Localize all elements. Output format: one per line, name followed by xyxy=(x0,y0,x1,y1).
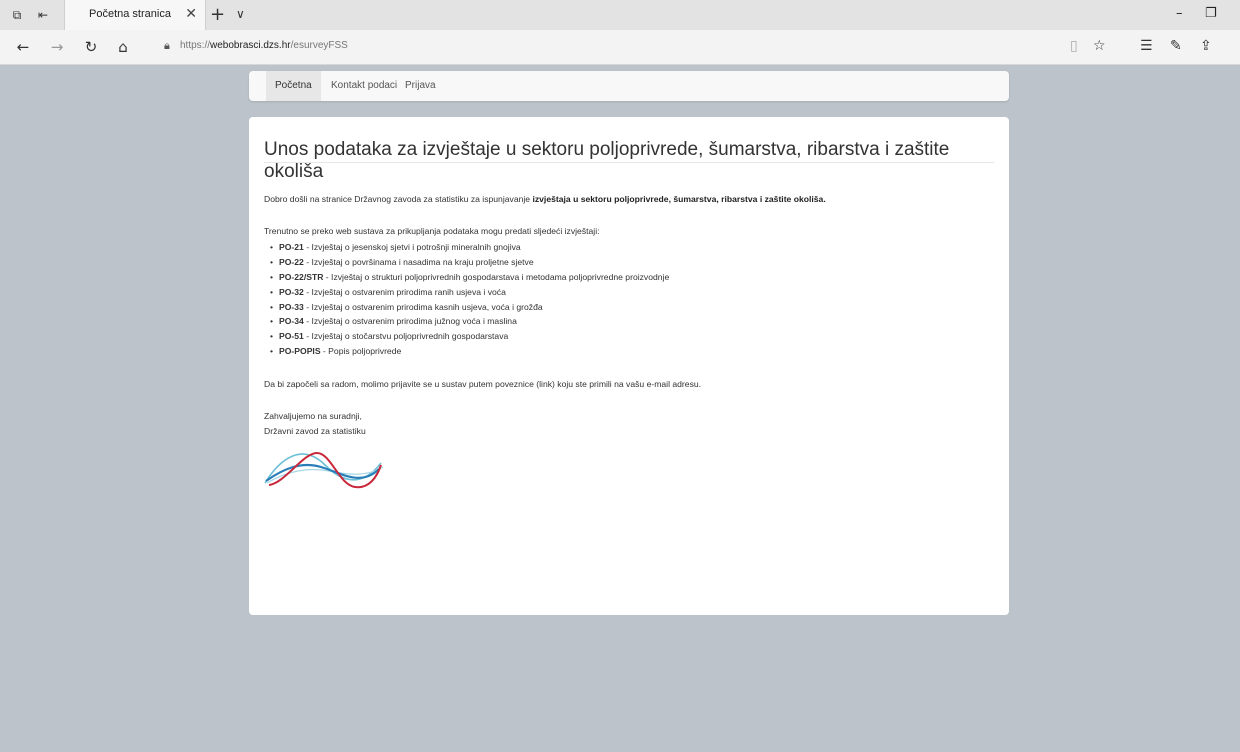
favorite-star-icon[interactable]: ☆ xyxy=(1093,38,1106,54)
share-icon[interactable]: ⇪ xyxy=(1200,38,1212,54)
intro-text: Trenutno se preko web sustava za prikupl… xyxy=(264,226,600,236)
home-icon[interactable]: ⌂ xyxy=(114,38,132,56)
page-title: Unos podataka za izvještaje u sektoru po… xyxy=(264,139,950,182)
title-divider xyxy=(264,162,994,163)
forms-list: PO-21 - Izvještaj o jesenskoj sjetvi i p… xyxy=(264,242,669,361)
url-field[interactable]: 🔒︎ https://webobrasci.dzs.hr/esurveyFSS xyxy=(150,35,1070,59)
reading-view-icon[interactable]: ▯ xyxy=(1070,38,1078,54)
browser-tab-bar: ⧉ ⇤ Početna stranica ✕ + ∨ – ❐ xyxy=(0,0,1240,30)
dzs-logo xyxy=(264,451,384,489)
pen-icon[interactable]: ✎ xyxy=(1170,38,1182,54)
minimize-icon[interactable]: – xyxy=(1176,6,1183,21)
refresh-icon[interactable]: ↻ xyxy=(82,38,100,56)
list-item: PO-POPIS - Popis poljoprivrede xyxy=(270,346,669,361)
forward-icon[interactable]: → xyxy=(48,38,66,56)
lock-icon: 🔒︎ xyxy=(164,39,170,52)
list-item: PO-33 - Izvještaj o ostvarenim prirodima… xyxy=(270,302,669,317)
login-note: Da bi započeli sa radom, molimo prijavit… xyxy=(264,379,702,389)
back-icon[interactable]: ← xyxy=(14,38,32,56)
nav-kontakt-podaci[interactable]: Kontakt podaci xyxy=(322,71,406,101)
close-tab-icon[interactable]: ✕ xyxy=(185,6,197,22)
list-item: PO-32 - Izvještaj o ostvarenim prirodima… xyxy=(270,287,669,302)
tab-list-chevron-icon[interactable]: ∨ xyxy=(236,7,245,21)
tab-set-aside-icon[interactable]: ⇤ xyxy=(36,8,50,22)
main-card: Unos podataka za izvještaje u sektoru po… xyxy=(249,117,1009,615)
tab-actions-icon[interactable]: ⧉ xyxy=(10,8,24,22)
list-item: PO-22 - Izvještaj o površinama i nasadim… xyxy=(270,257,669,272)
address-bar-row: ← → ↻ ⌂ 🔒︎ https://webobrasci.dzs.hr/esu… xyxy=(0,30,1240,65)
list-item: PO-21 - Izvještaj o jesenskoj sjetvi i p… xyxy=(270,242,669,257)
signature-text: Državni zavod za statistiku xyxy=(264,426,366,436)
nav-pocetna[interactable]: Početna xyxy=(266,71,321,101)
list-item: PO-51 - Izvještaj o stočarstvu poljopriv… xyxy=(270,331,669,346)
new-tab-icon[interactable]: + xyxy=(210,4,225,25)
thanks-text: Zahvaljujemo na suradnji, xyxy=(264,411,362,421)
nav-prijava[interactable]: Prijava xyxy=(396,71,445,101)
list-item: PO-34 - Izvještaj o ostvarenim prirodima… xyxy=(270,316,669,331)
top-nav: Početna Kontakt podaci Prijava xyxy=(249,71,1009,101)
restore-icon[interactable]: ❐ xyxy=(1205,6,1217,21)
favorites-list-icon[interactable]: ☰ xyxy=(1140,38,1153,54)
url-text: https://webobrasci.dzs.hr/esurveyFSS xyxy=(180,40,348,51)
welcome-text: Dobro došli na stranice Državnog zavoda … xyxy=(264,194,826,204)
list-item: PO-22/STR - Izvještaj o strukturi poljop… xyxy=(270,272,669,287)
welcome-bold: izvještaja u sektoru poljoprivrede, šuma… xyxy=(532,194,826,204)
browser-tab[interactable]: Početna stranica ✕ xyxy=(64,0,206,30)
tab-title: Početna stranica xyxy=(89,8,171,20)
